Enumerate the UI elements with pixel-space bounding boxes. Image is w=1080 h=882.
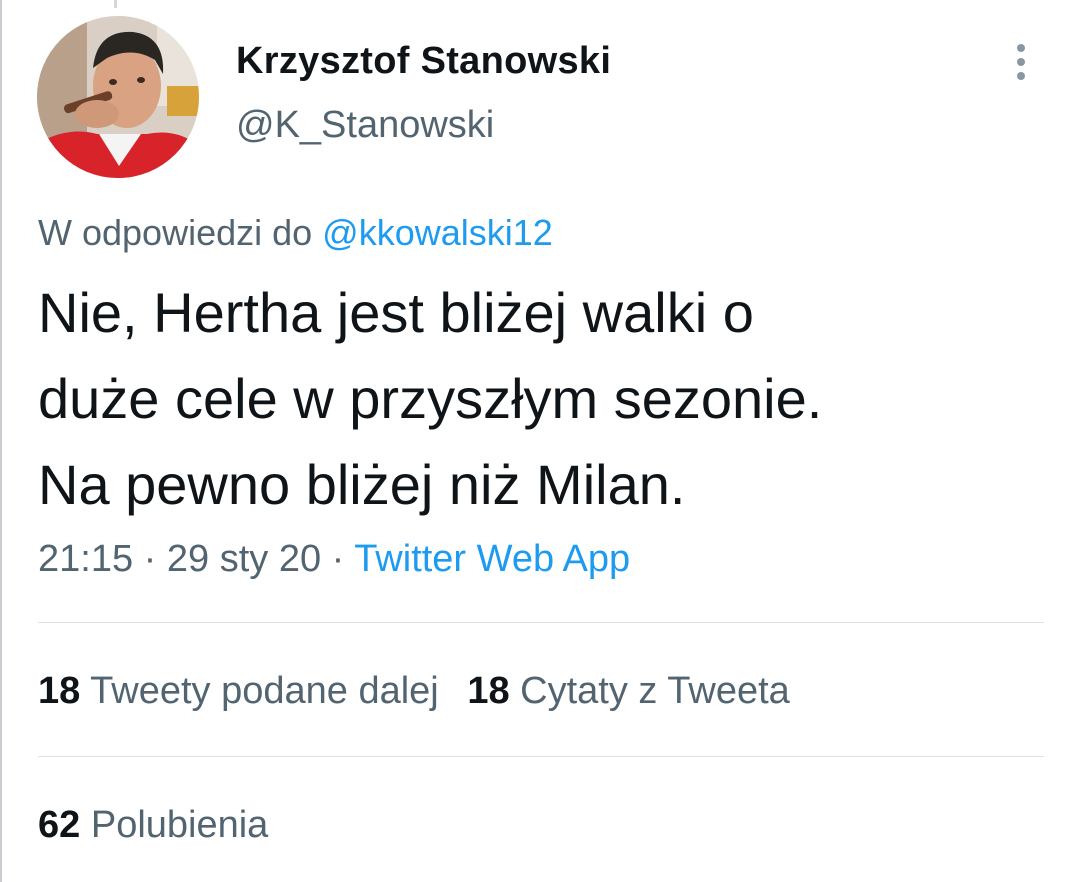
- quotes-label: Cytaty z Tweeta: [520, 670, 790, 712]
- likes-count: 62: [38, 804, 81, 846]
- reply-mention-link[interactable]: @kkowalski12: [322, 212, 553, 253]
- tweet-time[interactable]: 21:15: [38, 538, 133, 580]
- reply-prefix: W odpowiedzi do: [38, 212, 323, 253]
- avatar[interactable]: [37, 16, 199, 178]
- likes-stat[interactable]: 62 Polubienia: [38, 804, 268, 847]
- share-stats-row: 18 Tweety podane dalej 18 Cytaty z Tweet…: [38, 670, 790, 713]
- more-options-button[interactable]: [1004, 40, 1038, 84]
- author-handle[interactable]: @K_Stanowski: [236, 104, 494, 147]
- profile-photo-icon: [37, 16, 199, 178]
- tweet-text-line: Na pewno bliżej niż Milan.: [38, 453, 686, 516]
- meta-separator: ·: [133, 538, 167, 580]
- tweet-detail-view: Krzysztof Stanowski @K_Stanowski W odpow…: [0, 0, 1080, 882]
- likes-stats-row: 62 Polubienia: [38, 804, 268, 847]
- quotes-stat[interactable]: 18 Cytaty z Tweeta: [467, 670, 789, 713]
- more-vertical-icon-dot: [1017, 58, 1025, 66]
- top-edge-mark: [114, 0, 117, 8]
- divider: [38, 622, 1044, 623]
- likes-label: Polubienia: [90, 804, 269, 846]
- tweet-text-line: Nie, Hertha jest bliżej walki o: [38, 281, 754, 344]
- tweet-metadata: 21:15 · 29 sty 20 · Twitter Web App: [38, 538, 630, 581]
- meta-separator: ·: [321, 538, 355, 580]
- more-vertical-icon-dot: [1017, 72, 1025, 80]
- tweet-text-line: duże cele w przyszłym sezonie.: [38, 367, 823, 430]
- reply-context: W odpowiedzi do @kkowalski12: [38, 212, 553, 254]
- tweet-source-link[interactable]: Twitter Web App: [354, 538, 630, 580]
- divider: [38, 756, 1044, 757]
- retweets-count: 18: [38, 670, 81, 712]
- left-border: [0, 0, 2, 882]
- tweet-date[interactable]: 29 sty 20: [167, 538, 321, 580]
- retweets-label: Tweety podane dalej: [90, 670, 439, 712]
- more-vertical-icon: [1017, 44, 1025, 52]
- tweet-text: Nie, Hertha jest bliżej walki o duże cel…: [38, 270, 1038, 528]
- author-display-name[interactable]: Krzysztof Stanowski: [236, 40, 611, 83]
- quotes-count: 18: [467, 670, 510, 712]
- retweets-stat[interactable]: 18 Tweety podane dalej: [38, 670, 439, 713]
